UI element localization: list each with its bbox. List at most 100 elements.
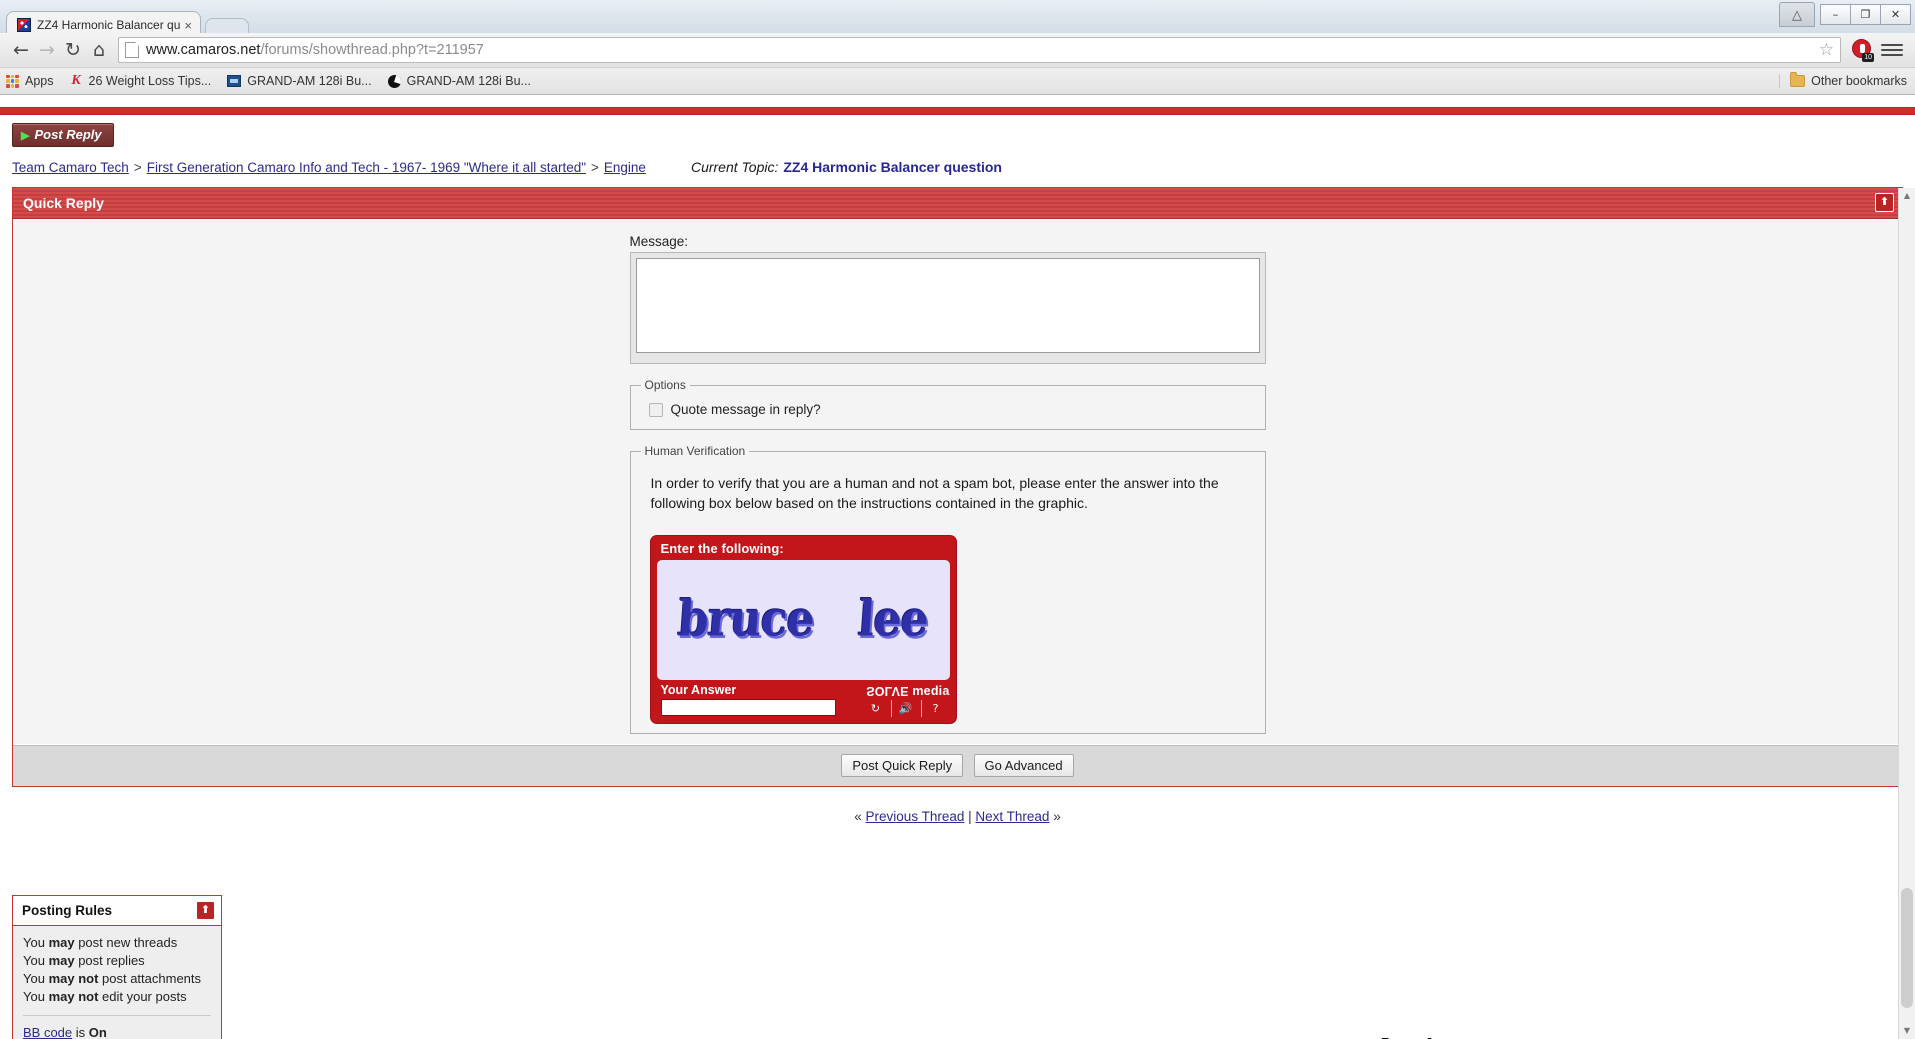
refresh-captcha-icon[interactable]: ↻ — [861, 699, 890, 717]
quick-reply-panel: Quick Reply ⬆ Message: Options Quote mes… — [12, 187, 1903, 787]
captcha-footer: Your Answer SOLVE media ↻ 🔊 ? — [653, 680, 954, 721]
options-legend: Options — [644, 378, 686, 392]
scroll-up-arrow-icon[interactable]: ▲ — [1899, 188, 1915, 204]
posting-rules-title: Posting Rules — [22, 903, 113, 918]
solve-media-brand: SOLVE media — [862, 684, 950, 698]
url-domain: www.camaros.net — [146, 42, 261, 58]
maximize-button[interactable]: ❐ — [1850, 4, 1881, 25]
quick-reply-title: Quick Reply — [23, 194, 104, 211]
breadcrumb-item-team-camaro-tech[interactable]: Team Camaro Tech — [12, 160, 129, 175]
pacman-icon — [387, 74, 401, 88]
post-quick-reply-button[interactable]: Post Quick Reply — [841, 753, 964, 777]
quick-reply-body: Message: Options Quote message in reply?… — [13, 219, 1902, 745]
help-captcha-icon[interactable]: ? — [920, 699, 950, 717]
divider — [23, 1014, 211, 1016]
address-bar[interactable]: www.camaros.net/forums/showthread.php?t=… — [118, 37, 1841, 63]
perm-suffix: edit your posts — [98, 988, 187, 1004]
play-triangle-icon: ▶ — [21, 130, 30, 142]
forward-icon[interactable]: → — [34, 37, 60, 63]
captcha-answer-input[interactable] — [660, 699, 836, 717]
page-info-icon[interactable] — [125, 42, 139, 58]
perm-suffix: post attachments — [98, 970, 202, 986]
back-icon[interactable]: ← — [8, 37, 34, 63]
new-tab-button[interactable] — [204, 18, 249, 33]
browser-titlebar: ZZ4 Harmonic Balancer qu × △ – ❐ ✕ — [0, 0, 1915, 33]
chrome-menu-icon[interactable] — [1877, 38, 1907, 62]
brand-text: media — [912, 683, 950, 698]
audio-captcha-icon[interactable]: 🔊 — [890, 699, 920, 717]
other-bookmarks-button[interactable]: Other bookmarks — [1779, 72, 1907, 88]
page-content: ▶ Post Reply Team Camaro Tech > First Gen… — [0, 95, 1915, 1039]
perm-suffix: post new threads — [74, 935, 178, 950]
home-icon[interactable]: ⌂ — [86, 37, 112, 63]
perm-strong: may — [48, 952, 75, 968]
human-verification-legend: Human Verification — [644, 444, 746, 458]
close-window-button[interactable]: ✕ — [1880, 4, 1911, 25]
go-advanced-button[interactable]: Go Advanced — [973, 753, 1074, 777]
collapse-up-arrow-icon[interactable]: ⬆ — [1875, 193, 1894, 212]
reload-icon[interactable]: ↻ — [60, 37, 86, 63]
quote-message-row[interactable]: Quote message in reply? — [641, 398, 1255, 419]
quick-reply-form: Message: Options Quote message in reply?… — [629, 234, 1266, 734]
captcha-buttons: ↻ 🔊 ? — [861, 699, 950, 717]
brand-reversed-text: SOLVE — [866, 683, 909, 698]
perm-strong: may not — [48, 970, 99, 986]
adblock-extension-icon[interactable]: 10 — [1850, 38, 1874, 62]
bookmark-label: GRAND-AM 128i Bu... — [406, 74, 531, 88]
perm-prefix: You — [23, 988, 49, 1004]
posting-rules-panel: Posting Rules ⬆ You may post new threads… — [12, 895, 222, 1039]
bookmark-label: GRAND-AM 128i Bu... — [247, 74, 372, 88]
prev-chevron-icon: « — [854, 808, 862, 824]
captcha-widget: Enter the following: bruce lee Your Answ… — [650, 535, 956, 723]
tab-strip: ZZ4 Harmonic Balancer qu × — [0, 0, 1915, 33]
captcha-answer-group: Your Answer — [660, 682, 836, 717]
thread-nav-divider: | — [968, 808, 972, 824]
captcha-image: bruce lee — [656, 559, 950, 680]
scrollbar-thumb[interactable] — [1901, 888, 1913, 1008]
breadcrumb-item-first-generation[interactable]: First Generation Camaro Info and Tech - … — [147, 160, 586, 175]
close-icon[interactable]: × — [184, 19, 192, 32]
posting-rules-header: Posting Rules ⬆ — [13, 896, 221, 926]
human-verification-fieldset: Human Verification In order to verify th… — [629, 444, 1266, 734]
permission-row: You may post replies — [23, 952, 211, 970]
quote-message-label: Quote message in reply? — [670, 402, 821, 417]
previous-thread-link[interactable]: Previous Thread — [866, 809, 965, 824]
breadcrumb-separator: > — [591, 160, 599, 175]
url-path: /forums/showthread.php?t=211957 — [260, 42, 484, 58]
captcha-word-1: bruce — [676, 591, 817, 649]
bookmark-grandam-2[interactable]: GRAND-AM 128i Bu... — [387, 74, 531, 88]
next-thread-link[interactable]: Next Thread — [975, 809, 1049, 824]
minimize-button[interactable]: – — [1820, 4, 1851, 25]
forum-jump: Forum Jump Engine ▼ Go — [1381, 1035, 1873, 1039]
bookmarks-bar: Apps K 26 Weight Loss Tips... GRAND-AM 1… — [0, 67, 1915, 94]
tab-title: ZZ4 Harmonic Balancer qu — [37, 18, 181, 32]
permission-row: You may post new threads — [23, 934, 211, 952]
user-profile-icon[interactable]: △ — [1779, 2, 1815, 27]
human-verification-instructions: In order to verify that you are a human … — [650, 475, 1219, 511]
bookmark-weight-loss[interactable]: K 26 Weight Loss Tips... — [70, 73, 212, 89]
captcha-answer-label: Your Answer — [660, 682, 737, 697]
extension-badge-count: 10 — [1862, 53, 1874, 62]
perm-prefix: You — [23, 935, 49, 950]
captcha-word-2: lee — [855, 591, 930, 649]
post-reply-button[interactable]: ▶ Post Reply — [12, 123, 114, 147]
current-topic-label: Current Topic: — [690, 159, 779, 175]
forum-jump-label: Forum Jump — [1381, 1035, 1873, 1039]
captcha-brand-group: SOLVE media ↻ 🔊 ? — [861, 684, 950, 717]
breadcrumb-item-engine[interactable]: Engine — [604, 160, 646, 175]
thread-navigation: « Previous Thread | Next Thread » — [0, 787, 1915, 824]
current-topic-value: ZZ4 Harmonic Balancer question — [783, 159, 1002, 175]
bookmark-apps[interactable]: Apps — [6, 74, 54, 88]
browser-toolbar: ← → ↻ ⌂ www.camaros.net/forums/showthrea… — [0, 33, 1915, 67]
perm-prefix: You — [23, 970, 49, 986]
page-scrollbar[interactable]: ▲ ▼ — [1898, 188, 1915, 1039]
bookmark-label: 26 Weight Loss Tips... — [88, 74, 212, 88]
bookmark-star-icon[interactable]: ☆ — [1811, 40, 1834, 60]
quote-message-checkbox[interactable] — [648, 402, 663, 417]
bookmark-label: Apps — [25, 74, 54, 88]
bookmark-grandam-1[interactable]: GRAND-AM 128i Bu... — [227, 74, 372, 88]
browser-tab[interactable]: ZZ4 Harmonic Balancer qu × — [6, 11, 201, 33]
collapse-up-arrow-icon[interactable]: ⬆ — [196, 901, 215, 920]
permission-row: You may not edit your posts — [23, 988, 211, 1006]
message-input[interactable] — [635, 258, 1260, 353]
